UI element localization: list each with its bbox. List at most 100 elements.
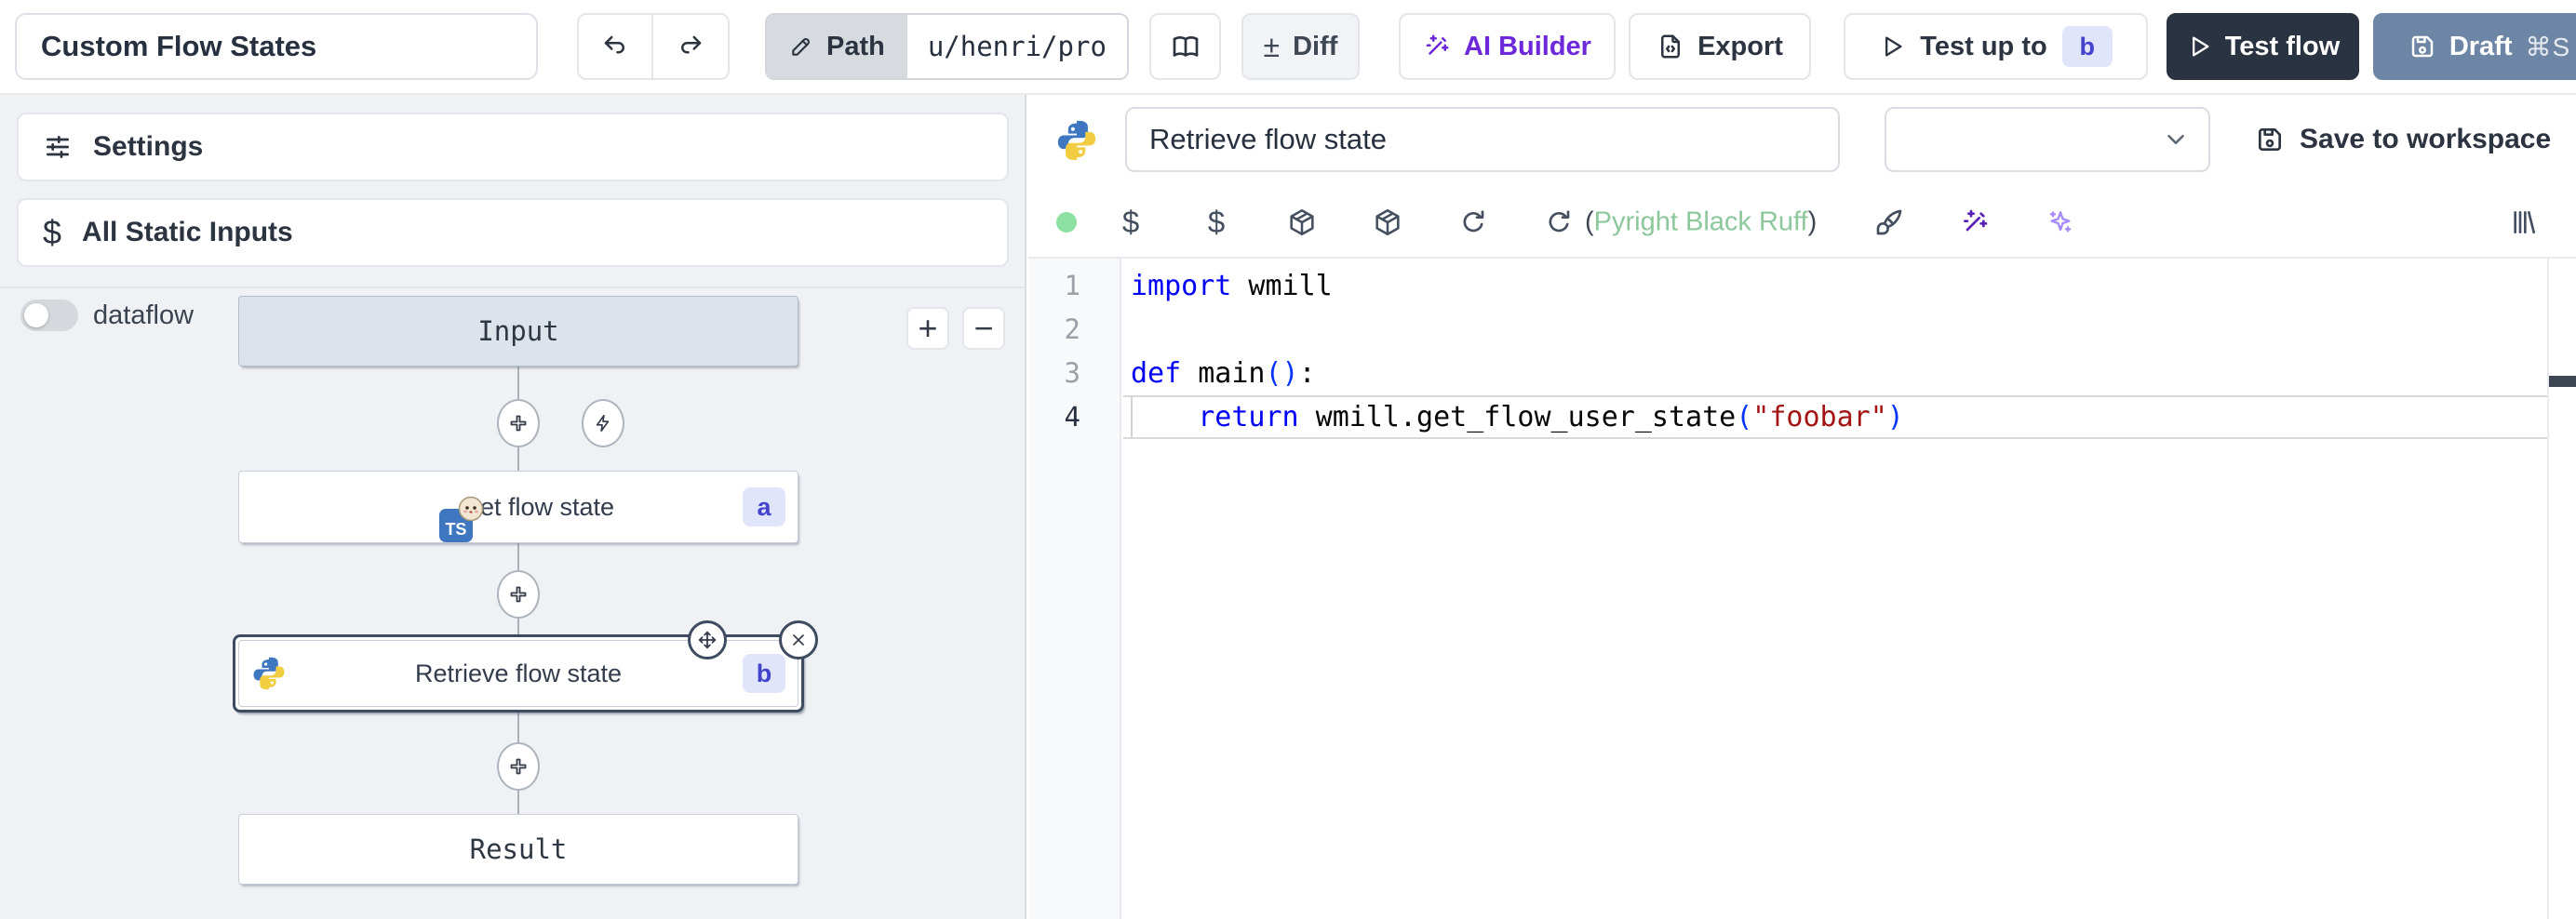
file-export-icon — [1657, 33, 1684, 60]
python-icon — [1056, 120, 1097, 161]
path-label-segment: Path — [767, 15, 907, 78]
line-number: 1 — [1028, 264, 1120, 308]
ai-builder-button[interactable]: AI Builder — [1399, 13, 1616, 80]
code-line-1: import wmill — [1131, 264, 2547, 308]
node-retrieve-flow-state-label: Retrieve flow state — [415, 659, 622, 688]
test-up-to-label: Test up to — [1920, 32, 2046, 62]
node-set-flow-state[interactable]: TS Set flow state a — [238, 471, 798, 543]
status-dot — [1056, 212, 1077, 233]
undo-button[interactable] — [579, 15, 653, 78]
insert-step-button-1[interactable] — [497, 399, 540, 447]
dataflow-toggle-row: dataflow — [20, 300, 194, 331]
zoom-in-button[interactable]: + — [906, 307, 949, 350]
delete-node-button[interactable] — [779, 620, 818, 659]
draft-shortcut: ⌘S — [2525, 32, 2570, 62]
play-icon — [1879, 33, 1905, 60]
insert-variable-button[interactable]: $ — [1112, 204, 1149, 241]
settings-label: Settings — [93, 131, 203, 163]
reload-button-2[interactable] — [1540, 204, 1577, 241]
test-flow-label: Test flow — [2225, 32, 2341, 62]
toggle-knob — [24, 303, 48, 327]
redo-icon — [677, 33, 704, 60]
zoom-out-button[interactable]: − — [962, 307, 1005, 350]
path-button[interactable]: Path u/henri/pro — [765, 13, 1129, 80]
all-static-inputs-label: All Static Inputs — [82, 217, 293, 248]
package-button-1[interactable] — [1283, 204, 1321, 241]
docs-button[interactable] — [1149, 13, 1221, 80]
editor-overview-ruler[interactable] — [2547, 259, 2576, 919]
code-line-2 — [1131, 308, 2547, 352]
dataflow-toggle[interactable] — [20, 300, 78, 331]
line-number: 2 — [1028, 308, 1120, 352]
editor-gutter: 1 2 3 4 — [1028, 259, 1121, 919]
library-icon — [2509, 207, 2539, 237]
code-editor[interactable]: 1 2 3 4 import wmill def main(): return … — [1028, 259, 2576, 919]
editor-toolbar: $ $ (Pyright Black Ruff) — [1028, 188, 2576, 259]
node-input-label: Input — [477, 315, 558, 347]
book-icon — [1171, 32, 1201, 61]
play-icon — [2186, 33, 2212, 60]
insert-resource-button[interactable]: $ — [1198, 204, 1235, 241]
package-button-2[interactable] — [1369, 204, 1406, 241]
library-button[interactable] — [2505, 204, 2542, 241]
step-name-input[interactable] — [1125, 107, 1840, 172]
node-result-label: Result — [470, 833, 568, 865]
step-id-badge-b: b — [743, 654, 785, 693]
step-inspector-panel: Save to workspace $ $ (Pyright Black Ruf… — [1028, 95, 2576, 919]
insert-step-button-2[interactable] — [497, 570, 540, 619]
settings-sliders-icon — [43, 132, 73, 162]
pencil-icon — [789, 34, 813, 59]
reload-button-1[interactable] — [1455, 204, 1492, 241]
test-up-to-button[interactable]: Test up to b — [1844, 13, 2148, 80]
diff-button[interactable]: ± Diff — [1241, 13, 1360, 80]
flow-name-input[interactable] — [15, 13, 538, 80]
wand-icon — [1423, 33, 1451, 60]
format-code-button[interactable] — [1871, 204, 1908, 241]
export-label: Export — [1697, 32, 1783, 62]
plus-minus-icon: ± — [1264, 30, 1281, 64]
code-content[interactable]: import wmill def main(): return wmill.ge… — [1123, 259, 2547, 919]
path-value: u/henri/pro — [907, 15, 1127, 78]
cursor-position-mark — [2549, 376, 2576, 387]
save-icon — [2408, 33, 2436, 60]
magic-wand-icon — [1960, 207, 1990, 237]
test-up-to-step-badge: b — [2062, 26, 2113, 67]
settings-row[interactable]: Settings — [17, 113, 1009, 181]
brush-icon — [1874, 207, 1904, 237]
move-node-button[interactable] — [688, 620, 727, 659]
top-toolbar: Path u/henri/pro ± Diff AI Builder Expor… — [0, 0, 2576, 95]
path-label: Path — [826, 32, 885, 62]
dollar-icon: $ — [43, 213, 61, 252]
add-trigger-button[interactable] — [582, 399, 624, 447]
export-button[interactable]: Export — [1629, 13, 1811, 80]
python-icon — [252, 657, 286, 690]
dataflow-label: dataflow — [93, 300, 194, 331]
dollar-icon: $ — [1208, 205, 1225, 240]
undo-icon — [601, 33, 629, 60]
node-input[interactable]: Input — [238, 296, 798, 366]
save-draft-button[interactable]: Draft ⌘S — [2373, 13, 2576, 80]
refresh-icon — [1544, 207, 1574, 237]
test-flow-button[interactable]: Test flow — [2167, 13, 2359, 80]
sparkles-icon — [2046, 207, 2075, 237]
step-id-badge-a: a — [743, 487, 785, 526]
close-icon — [789, 631, 808, 649]
all-static-inputs-row[interactable]: $ All Static Inputs — [17, 198, 1009, 267]
save-to-workspace-button[interactable]: Save to workspace — [2255, 107, 2551, 172]
code-assistants-label[interactable]: (Pyright Black Ruff) — [1585, 207, 1817, 238]
arrows-move-icon — [697, 630, 718, 650]
bolt-icon — [593, 413, 613, 433]
node-result[interactable]: Result — [238, 814, 798, 885]
ai-sparkles-button[interactable] — [2042, 204, 2079, 241]
worker-tag-select[interactable] — [1885, 107, 2210, 172]
plus-icon — [507, 583, 530, 606]
node-set-flow-state-label: Set flow state — [463, 493, 614, 522]
save-icon — [2255, 125, 2285, 154]
flow-sidebar: Settings $ All Static Inputs dataflow In… — [0, 95, 1026, 919]
insert-step-button-3[interactable] — [497, 742, 540, 791]
redo-button[interactable] — [653, 15, 728, 78]
ai-generate-button[interactable] — [1956, 204, 1993, 241]
chevron-down-icon — [2162, 126, 2190, 153]
typescript-bun-icon: TS — [439, 499, 480, 542]
code-line-3: def main(): — [1131, 352, 2547, 395]
